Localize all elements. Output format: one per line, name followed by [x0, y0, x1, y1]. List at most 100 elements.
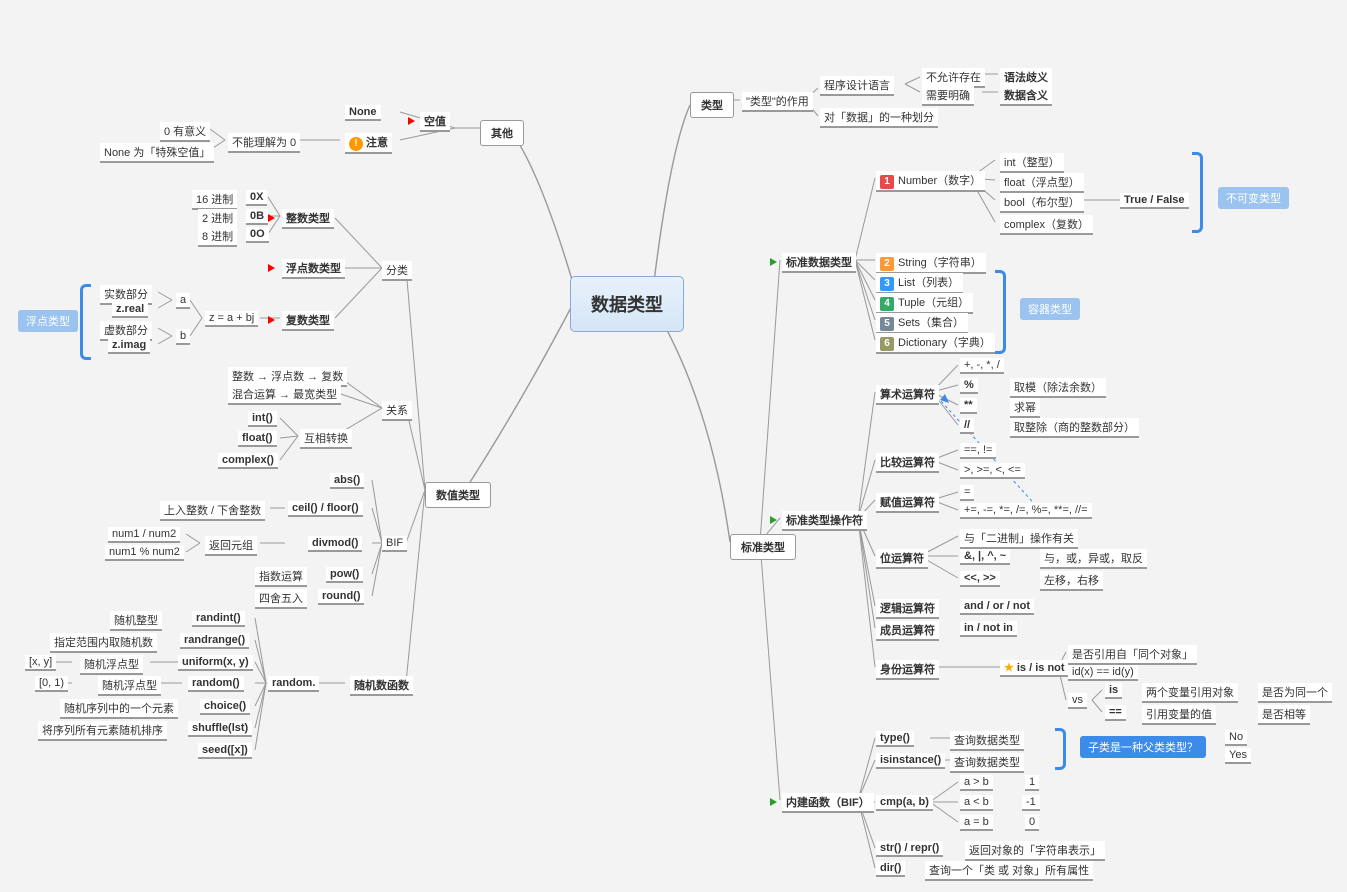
leaf-type-need: 需要明确 [922, 86, 974, 106]
flag-icon [770, 258, 777, 266]
leaf-cmp: 比较运算符 [876, 453, 939, 473]
leaf-bif-dir: dir() [876, 861, 905, 877]
leaf-inttype: 整数类型 [282, 209, 334, 229]
leaf-float: float（浮点型） [1000, 173, 1084, 193]
leaf-g-l2: 混合运算 → 最宽类型 [228, 385, 341, 405]
leaf-b8: 8 进制 [198, 227, 237, 247]
flag-icon [770, 798, 777, 806]
leaf-cmp-l2: >, >=, <, <= [960, 463, 1025, 479]
leaf-zero: 0 有意义 [160, 122, 210, 142]
leaf-booltf: True / False [1120, 193, 1189, 209]
leaf-bit-l1: 与「二进制」操作有关 [960, 529, 1078, 549]
root-node[interactable]: 数据类型 [570, 276, 684, 332]
leaf-floattype: 浮点数类型 [282, 259, 345, 279]
leaf-bit-l3d: 左移，右移 [1040, 571, 1103, 591]
leaf-member: 成员运算符 [876, 621, 939, 641]
leaf-yes: Yes [1225, 748, 1251, 764]
leaf-logic-val: and / or / not [960, 599, 1034, 615]
leaf-understand: 不能理解为 0 [228, 133, 300, 153]
leaf-bif-str: str() / repr() [876, 841, 943, 857]
leaf-g-int: int() [248, 411, 277, 427]
leaf-bif-isinst: isinstance() [876, 753, 945, 769]
flag-icon [408, 117, 415, 125]
leaf-identity-val: ★is / is not [1000, 660, 1069, 677]
leaf-fenlei: 分类 [382, 261, 412, 281]
leaf-arith: 算术运算符 [876, 385, 939, 405]
flag-icon [268, 316, 275, 324]
leaf-identity-eqask: 是否相等 [1258, 705, 1310, 725]
leaf-b2: 2 进制 [198, 209, 237, 229]
leaf-bif-c1: a > b [960, 775, 993, 791]
leaf-bool: bool（布尔型） [1000, 193, 1084, 213]
leaf-string: 2String（字符串） [876, 253, 986, 274]
flag-icon [770, 516, 777, 524]
leaf-identity-d2: id(x) == id(y) [1068, 665, 1138, 681]
leaf-rand-mod: random. [268, 676, 319, 692]
leaf-std-ops: 标准类型操作符 [782, 511, 867, 531]
leaf-uniformr: [x, y] [25, 655, 56, 671]
leaf-bit-l3: <<, >> [960, 571, 1000, 587]
leaf-g-float: float() [238, 431, 277, 447]
leaf-random: random() [188, 676, 244, 692]
leaf-assign-l1: = [960, 485, 974, 501]
leaf-bif-divmod: divmod() [308, 536, 362, 552]
leaf-type-notallow: 不允许存在 [922, 68, 985, 88]
leaf-assign: 赋值运算符 [876, 493, 939, 513]
leaf-zreal: z.real [112, 302, 148, 318]
leaf-bif-abs: abs() [330, 473, 364, 489]
node-std[interactable]: 标准类型 [730, 534, 796, 560]
leaf-bif-typed: 查询数据类型 [950, 731, 1024, 751]
leaf-attention: !注意 [345, 133, 392, 154]
leaf-dict: 6Dictionary（字典） [876, 333, 995, 354]
leaf-complextype: 复数类型 [282, 311, 334, 331]
leaf-complex-eq: z = a + bj [205, 311, 258, 327]
leaf-bif-strd: 返回对象的「字符串表示」 [965, 841, 1105, 861]
leaf-int: int（整型） [1000, 153, 1064, 173]
leaf-type-classify: 对「数据」的一种划分 [820, 108, 938, 128]
leaf-b16v: 0X [246, 190, 267, 206]
leaf-type-design: 程序设计语言 [820, 76, 894, 96]
leaf-arith-l2d: 取模（除法余数） [1010, 378, 1106, 398]
brace-icon [80, 284, 91, 360]
leaf-cmp-l1: ==, != [960, 443, 996, 459]
leaf-number: 1Number（数字） [876, 171, 985, 192]
leaf-uniformd: 随机浮点型 [80, 655, 143, 675]
leaf-identity-eq: == [1105, 705, 1126, 721]
leaf-b2v: 0B [246, 209, 268, 225]
callout-subtype: 子类是一种父类类型？ [1080, 736, 1206, 758]
leaf-bit-l2: &, |, ^, ~ [960, 549, 1010, 565]
leaf-bif-round: round() [318, 589, 364, 605]
leaf-std-types: 标准数据类型 [782, 253, 856, 273]
leaf-bif-ceil: ceil() / floor() [288, 501, 363, 517]
leaf-bif-roundd: 四舍五入 [255, 589, 307, 609]
leaf-rand: 随机数函数 [350, 676, 413, 696]
leaf-sets: 5Sets（集合） [876, 313, 968, 334]
leaf-randomd: 随机浮点型 [98, 676, 161, 696]
leaf-a: a [176, 293, 190, 309]
brace-icon [1055, 728, 1066, 770]
leaf-identity-vs: vs [1068, 693, 1087, 709]
leaf-bif-cmp: cmp(a, b) [876, 795, 933, 811]
leaf-randrange: randrange() [180, 633, 249, 649]
node-other[interactable]: 其他 [480, 120, 524, 146]
leaf-identity: 身份运算符 [876, 660, 939, 680]
leaf-randint: randint() [192, 611, 245, 627]
brace-icon [995, 270, 1006, 354]
leaf-no: No [1225, 730, 1247, 746]
node-numeric[interactable]: 数值类型 [425, 482, 491, 508]
callout-floattype: 浮点类型 [18, 310, 78, 332]
leaf-special: None 为「特殊空值」 [100, 143, 214, 163]
callout-immutable: 不可变类型 [1218, 187, 1289, 209]
leaf-g-conv: 互相转换 [300, 429, 352, 449]
leaf-assign-l2: +=, -=, *=, /=, %=, **=, //= [960, 503, 1092, 519]
callout-container: 容器类型 [1020, 298, 1080, 320]
leaf-arith-l4d: 取整除（商的整数部分） [1010, 418, 1139, 438]
leaf-g-complex: complex() [218, 453, 278, 469]
node-type[interactable]: 类型 [690, 92, 734, 118]
leaf-seed: seed([x]) [198, 743, 252, 759]
leaf-empty: 空值 [420, 112, 450, 132]
leaf-arith-l3: ** [960, 398, 977, 414]
leaf-none: None [345, 105, 381, 121]
leaf-bit: 位运算符 [876, 549, 928, 569]
leaf-bif-divmodd: 返回元组 [205, 536, 257, 556]
